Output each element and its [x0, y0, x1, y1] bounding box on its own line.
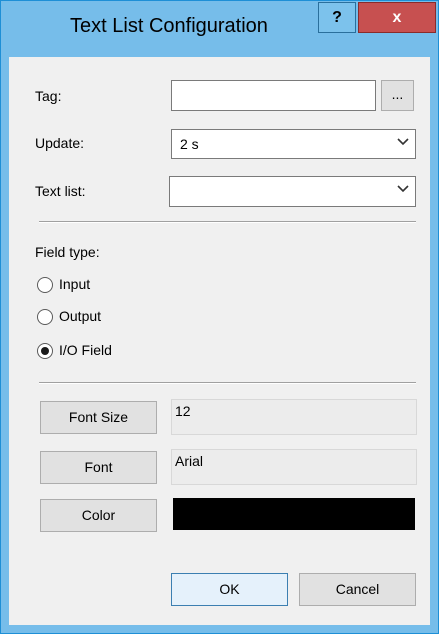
font-size-display: 12	[171, 399, 417, 435]
radio-selected-dot	[41, 347, 49, 355]
font-value: Arial	[175, 453, 204, 469]
ok-button[interactable]: OK	[171, 573, 288, 606]
radio-input[interactable]	[37, 277, 53, 293]
browse-tag-button[interactable]: ...	[381, 80, 414, 111]
close-button[interactable]: x	[358, 2, 436, 33]
dialog-window: Text List Configuration ? x Tag: ... Upd…	[0, 0, 439, 634]
dialog-body: Tag: ... Update: 2 s Text list: Field ty…	[9, 57, 430, 625]
radio-output-label[interactable]: Output	[59, 308, 101, 324]
font-size-button[interactable]: Font Size	[40, 401, 157, 434]
textlist-label: Text list:	[35, 183, 86, 199]
update-select[interactable]: 2 s	[171, 129, 416, 159]
color-swatch	[173, 498, 415, 530]
textlist-select[interactable]	[169, 176, 416, 207]
separator	[39, 221, 416, 223]
window-title: Text List Configuration	[70, 15, 268, 37]
title-bar[interactable]: Text List Configuration ? x	[1, 1, 438, 57]
radio-io-field-label[interactable]: I/O Field	[59, 342, 112, 358]
radio-io-field[interactable]	[37, 343, 53, 359]
tag-input[interactable]	[171, 80, 376, 111]
color-button[interactable]: Color	[40, 499, 157, 532]
radio-input-label[interactable]: Input	[59, 276, 90, 292]
chevron-down-icon	[397, 138, 409, 146]
update-select-value: 2 s	[180, 136, 199, 152]
font-size-value: 12	[175, 403, 191, 419]
help-button[interactable]: ?	[318, 2, 356, 33]
separator	[39, 382, 416, 384]
update-label: Update:	[35, 135, 85, 151]
font-display: Arial	[171, 449, 417, 485]
tag-label: Tag:	[35, 88, 62, 104]
radio-output[interactable]	[37, 309, 53, 325]
font-button[interactable]: Font	[40, 451, 157, 484]
chevron-down-icon	[397, 185, 409, 193]
cancel-button[interactable]: Cancel	[299, 573, 416, 606]
field-type-heading: Field type:	[35, 244, 100, 260]
